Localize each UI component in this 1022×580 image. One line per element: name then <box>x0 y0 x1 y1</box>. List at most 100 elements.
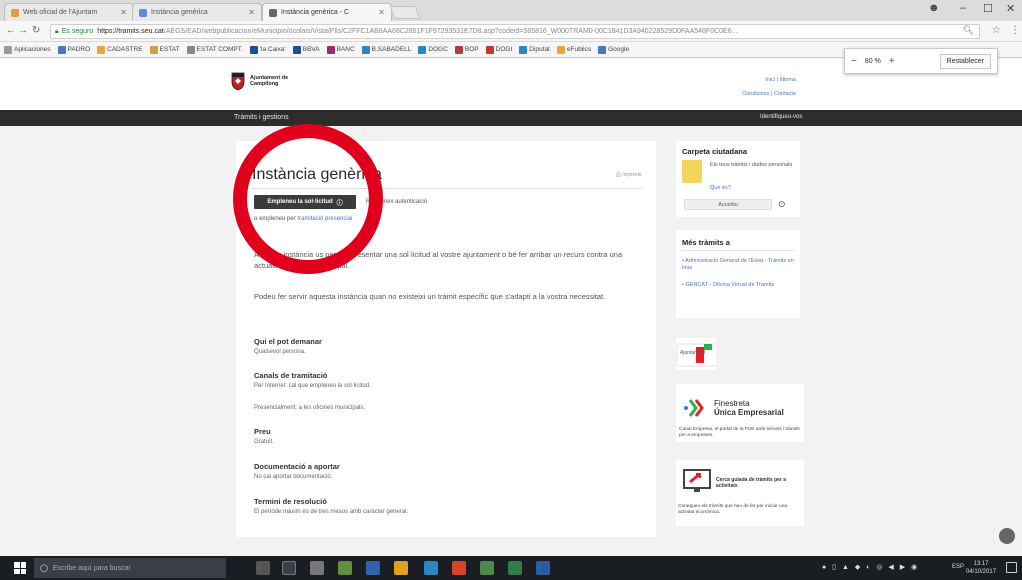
app-icon[interactable] <box>338 561 352 575</box>
browser-tab-strip: Web oficial de l'Ajuntam ✕ Instància gen… <box>0 0 1022 21</box>
close-tab-icon[interactable]: ✕ <box>248 8 255 17</box>
section-heading-preu: Preu <box>254 427 271 436</box>
section-heading-documentacio: Documentació a aportar <box>254 462 340 471</box>
address-bar[interactable]: 🔒︎ Es seguro https://tramits.seu.cat /AE… <box>50 24 980 39</box>
finestreta-title-2: Única Empresarial <box>714 408 784 417</box>
back-icon[interactable]: ← <box>6 25 16 36</box>
menu-icon[interactable]: ⋮ <box>1010 25 1020 36</box>
login-link[interactable]: Identifiqueu-vos <box>760 114 802 120</box>
finestreta-card[interactable]: Finestreta Única Empresarial Canal Empre… <box>676 384 804 442</box>
section-text: Per Internet: cal que empleneu la sol·li… <box>254 383 371 389</box>
lock-icon: 🔒︎ <box>55 27 59 35</box>
browser-tab-3-active[interactable]: Instància genèrica - C ✕ <box>262 3 392 21</box>
bookmark-star-icon[interactable]: ☆ <box>992 25 1001 36</box>
close-window-icon[interactable]: ✕ <box>1006 2 1015 15</box>
zoom-out-button[interactable]: − <box>851 56 857 67</box>
microphone-icon[interactable] <box>256 561 270 575</box>
logo-line-2: Campllong <box>250 81 279 87</box>
finestreta-description: Canal Empresa, el portal de la FUE amb s… <box>679 427 800 438</box>
task-view-icon[interactable] <box>282 561 296 575</box>
clock[interactable]: 13:17 04/10/2017 <box>966 560 996 576</box>
notifications-icon[interactable] <box>1006 562 1017 573</box>
bookmark-item[interactable]: Diputat <box>519 45 550 54</box>
app-icon[interactable] <box>452 561 466 575</box>
header-link[interactable]: Condicions | Contacte <box>742 87 796 101</box>
access-button[interactable]: Accediu <box>684 199 772 210</box>
id-cat-logo-icon: Ajuntament <box>676 343 718 367</box>
system-tray[interactable]: ● ▯ ▲ ◆ ◐ ◎ ◀ ▶ ◉ <box>822 563 919 571</box>
new-tab-button[interactable] <box>389 6 421 19</box>
section-text: Presencialment: a les oficines municipal… <box>254 405 366 411</box>
tab-label: Instància genèrica - C <box>281 9 350 16</box>
folder-icon <box>682 160 702 183</box>
zoom-reset-button[interactable]: Restablecer <box>939 53 991 69</box>
bookmark-item[interactable]: Aplicaciones <box>4 45 51 54</box>
red-highlight-circle <box>233 124 383 274</box>
excel-icon[interactable] <box>508 561 522 575</box>
zoom-in-button[interactable]: + <box>889 56 895 67</box>
bookmark-item[interactable]: Google <box>598 45 629 54</box>
more-link-gencat[interactable]: • GENCAT - Oficina Virtual de Tràmits <box>682 282 794 289</box>
browser-tab-1[interactable]: Web oficial de l'Ajuntam ✕ <box>4 3 134 21</box>
bookmark-item[interactable]: DOGC <box>418 45 448 54</box>
id-badge-logo[interactable]: Ajuntament <box>676 338 718 370</box>
zoom-popup: − 80 % + Restablecer <box>844 48 998 74</box>
taskbar-search-box[interactable]: ◯ Escribe aquí para buscar <box>34 558 226 578</box>
monitor-cursor-icon <box>683 469 711 492</box>
bookmark-item[interactable]: ESTAT <box>149 45 180 54</box>
language-indicator[interactable]: ESP <box>952 564 964 570</box>
url-host: https://tramits.seu.cat <box>97 28 164 35</box>
arrow-right-circle-icon[interactable]: ⊙ <box>778 199 786 210</box>
finestreta-title-1: Finestreta <box>714 399 750 408</box>
divider <box>682 250 794 251</box>
zoom-icon[interactable]: 🔍︎ <box>963 25 974 36</box>
forward-icon[interactable]: → <box>18 25 28 36</box>
windows-start-icon[interactable] <box>14 562 26 574</box>
bookmark-item[interactable]: BOP <box>454 45 479 54</box>
bookmark-item[interactable]: BANC <box>326 45 355 54</box>
app-icon[interactable] <box>366 561 380 575</box>
bookmark-item[interactable]: DOGI <box>485 45 512 54</box>
close-tab-icon[interactable]: ✕ <box>378 8 385 17</box>
bookmark-item[interactable]: BBVA <box>292 45 320 54</box>
more-link-age[interactable]: • Administració General de l'Estat - Trà… <box>682 258 794 272</box>
section-text: No cal aportar documentació. <box>254 474 333 480</box>
clock-date: 04/10/2017 <box>966 569 997 575</box>
bookmark-item[interactable]: PADRO <box>57 45 90 54</box>
minimize-icon[interactable]: – <box>960 2 966 14</box>
secure-label: Es seguro <box>61 28 94 35</box>
card-title: Carpeta ciutadana <box>682 147 748 156</box>
zoom-level: 80 % <box>864 57 881 65</box>
bookmark-item[interactable]: ESTAT COMPT. <box>186 45 243 54</box>
taskbar-search-placeholder: Escribe aquí para buscar <box>52 564 131 572</box>
clock-time: 13:17 <box>973 561 989 567</box>
app-icon[interactable] <box>480 561 494 575</box>
finestreta-logo-icon <box>684 399 704 417</box>
bookmark-item[interactable]: B.SABADELL <box>361 45 411 54</box>
url-path: /AEGS/EAD/webpublicacion/eMunicipio/ocol… <box>163 28 738 35</box>
close-tab-icon[interactable]: ✕ <box>120 8 127 17</box>
app-icon[interactable] <box>310 561 324 575</box>
word-icon[interactable] <box>536 561 550 575</box>
print-link[interactable]: ⎙ Imprimir <box>616 172 642 179</box>
header-links: Inici | Idioma Condicions | Contacte <box>742 73 796 101</box>
bookmark-item[interactable]: eFublics <box>556 45 591 54</box>
user-icon[interactable]: ☻ <box>928 2 940 14</box>
cortana-icon: ◯ <box>40 565 48 572</box>
bookmark-item[interactable]: CADASTRE <box>97 45 143 54</box>
edge-icon[interactable] <box>424 561 438 575</box>
nav-link-tramits[interactable]: Tràmits i gestions <box>234 114 289 121</box>
chrome-icon[interactable] <box>394 561 408 575</box>
description-paragraph-2: Podeu fer servir aquesta instància quan … <box>254 292 606 301</box>
section-heading-termini: Termini de resolució <box>254 497 327 506</box>
browser-tab-2[interactable]: Instància genèrica ✕ <box>132 3 262 21</box>
maximize-icon[interactable]: ☐ <box>983 2 993 15</box>
reload-icon[interactable]: ↻ <box>32 25 40 36</box>
cerca-guiada-card[interactable]: Cerca guiada de tràmits per a activitats… <box>676 460 804 526</box>
what-is-link[interactable]: Què és? <box>710 185 731 191</box>
help-chat-icon[interactable] <box>999 528 1015 544</box>
header-link[interactable]: Inici | Idioma <box>742 73 796 87</box>
bookmark-item[interactable]: 'la Caixa' <box>249 45 286 54</box>
browser-toolbar: ← → ↻ 🔒︎ Es seguro https://tramits.seu.c… <box>0 21 1022 42</box>
site-logo[interactable]: Ajuntament de Campllong <box>230 71 288 91</box>
